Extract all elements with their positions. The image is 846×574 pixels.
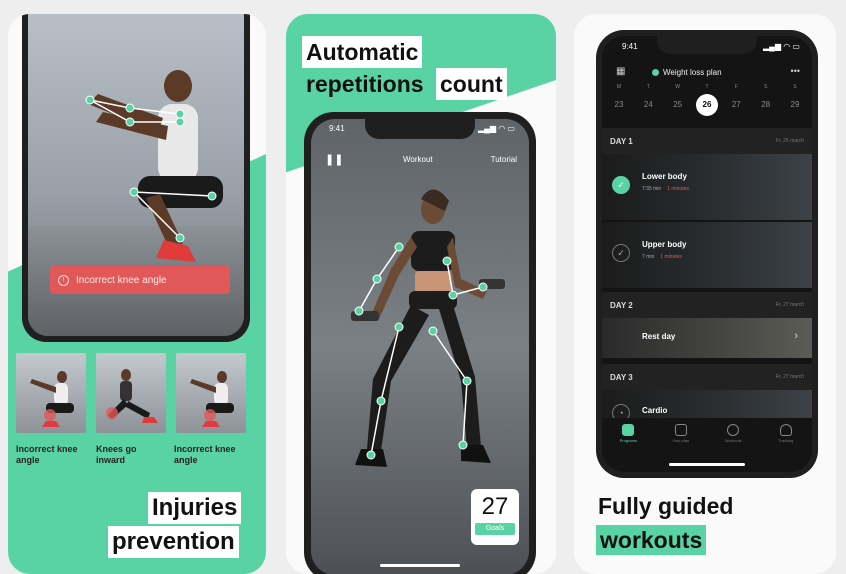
chevron-right-icon: ›	[794, 330, 798, 342]
warning-circle-icon: !	[58, 274, 69, 286]
rep-count: 27	[481, 493, 509, 520]
workout-title: Upper body	[642, 240, 687, 249]
headline-line-2: workouts	[596, 525, 707, 555]
workout-title: Cardio	[642, 406, 668, 415]
plan-icon	[652, 69, 659, 76]
headline-line-1: Injuries	[148, 492, 242, 524]
weekday: M	[616, 84, 622, 90]
day-label: DAY 2	[610, 300, 633, 310]
thumbnail-incorrect-knee-angle	[16, 353, 86, 433]
grid-icon	[622, 424, 635, 436]
workout-duration: 7 min	[642, 254, 655, 260]
day-header: DAY 1 Fr, 25 march	[602, 128, 812, 154]
workout-meta: 7 min 1 minutes	[642, 254, 682, 260]
squat-thumbnail-illustration	[30, 371, 74, 427]
day-date: Fr, 27 march	[775, 374, 804, 380]
date-item[interactable]: 27	[725, 94, 747, 116]
workout-camera-view: 9:41 ▂▄▆ ◠ ▭ ❚❚ Workout Tutorial 27 Goal…	[311, 119, 529, 574]
workout-row[interactable]: ✓ Lower body 7:35 min 1 minutes	[602, 154, 812, 220]
phone-frame: 9:41 ▂▄▆ ◠ ▭ ▦ Weight loss plan ••• M T …	[596, 30, 818, 478]
rest-day-row[interactable]: Rest day ›	[602, 318, 812, 358]
tab-tracking[interactable]: Tracking	[766, 424, 806, 443]
workout-row[interactable]: ✓ Upper body 7 min 1 minutes	[602, 222, 812, 288]
date-item[interactable]: 23	[608, 94, 630, 116]
home-indicator	[669, 463, 745, 466]
date-item[interactable]: 28	[755, 94, 777, 116]
injuries-prevention-card: ! Incorrect knee angle Incorrect knee an…	[8, 14, 266, 574]
thumbnail-incorrect-knee-angle-2	[176, 353, 246, 433]
workout-title: Lower body	[642, 172, 687, 181]
status-time: 9:41	[622, 42, 638, 51]
phone-frame: 9:41 ▂▄▆ ◠ ▭ ❚❚ Workout Tutorial 27 Goal…	[304, 112, 536, 574]
tab-bar: Programs Your plan Workouts Tracking	[602, 418, 812, 452]
list-icon	[674, 424, 687, 436]
date-item-selected[interactable]: 26	[695, 94, 718, 116]
repetitions-counter: 27 Goals	[471, 489, 519, 545]
headline-line-1: Fully guided	[598, 493, 734, 519]
more-icon[interactable]: •••	[791, 66, 800, 76]
tab-your-plan[interactable]: Your plan	[661, 424, 701, 443]
tab-label: Tracking	[778, 438, 794, 443]
weekday: S	[763, 84, 768, 90]
plan-title[interactable]: Weight loss plan	[652, 68, 722, 77]
tab-label: Your plan	[672, 438, 690, 443]
stopwatch-icon	[727, 424, 740, 436]
incorrect-form-alert: ! Incorrect knee angle	[50, 266, 230, 294]
thumbnail-label: Incorrect knee angle	[16, 444, 78, 465]
app-store-screenshots: ! Incorrect knee angle Incorrect knee an…	[0, 0, 846, 574]
plan-screen: 9:41 ▂▄▆ ◠ ▭ ▦ Weight loss plan ••• M T …	[602, 36, 812, 472]
tab-label: Programs	[619, 438, 637, 443]
thumbnail-label: Incorrect knee angle	[174, 444, 236, 465]
squat-camera-view: ! Incorrect knee angle	[28, 14, 244, 336]
date-item[interactable]: 24	[637, 94, 659, 116]
weekday: S	[793, 84, 797, 90]
day-header: DAY 2 Fr, 27 march	[602, 292, 812, 318]
date-row: 23 24 25 26 27 28 29	[608, 94, 806, 116]
checkmark-icon: ✓	[612, 244, 630, 262]
guided-workouts-card: 9:41 ▂▄▆ ◠ ▭ ▦ Weight loss plan ••• M T …	[574, 14, 836, 574]
plan-title-text: Weight loss plan	[663, 68, 722, 77]
weekday: T	[705, 84, 709, 90]
goal-badge: Goals	[475, 523, 515, 535]
thumbnail-label: Knees go inward	[96, 444, 137, 465]
weekday-row: M T W T F S S	[608, 82, 806, 92]
headphones-icon	[779, 424, 792, 436]
thumbnail-knees-inward	[96, 353, 166, 433]
day-date: Fr, 27 march	[775, 302, 804, 308]
workout-title: Rest day	[642, 332, 676, 341]
workout-duration: 7:35 min	[642, 186, 662, 192]
workout-meta: 7:35 min 1 minutes	[642, 186, 689, 192]
workout-extra: 1 minutes	[667, 186, 689, 192]
headline-line-1: Automatic	[302, 36, 423, 68]
headline-line-2: prevention	[108, 526, 239, 558]
calendar-icon[interactable]: ▦	[616, 66, 625, 77]
phone-notch	[657, 36, 757, 54]
weekday: F	[734, 84, 738, 90]
tab-programs[interactable]: Programs	[608, 424, 648, 443]
day-header: DAY 3 Fr, 27 march	[602, 364, 812, 390]
tab-label: Workouts	[724, 438, 742, 443]
lunge-thumbnail-illustration	[106, 369, 158, 423]
day-date: Fr, 25 march	[775, 138, 804, 144]
workout-extra: 1 minutes	[660, 254, 682, 260]
phone-frame: ! Incorrect knee angle	[22, 14, 250, 342]
squat-thumbnail-illustration-2	[190, 371, 234, 427]
tab-workouts[interactable]: Workouts	[713, 424, 753, 443]
status-icons: ▂▄▆ ◠ ▭	[763, 42, 800, 51]
day-label: DAY 3	[610, 372, 633, 382]
home-indicator	[380, 564, 460, 567]
day-label: DAY 1	[610, 136, 633, 146]
repetitions-count-card: Automatic repetitions count 9:41 ▂▄▆ ◠ ▭…	[286, 14, 556, 574]
alert-text: Incorrect knee angle	[76, 274, 167, 286]
weekday: W	[675, 84, 681, 90]
checkmark-icon: ✓	[612, 176, 630, 194]
weekday: T	[646, 84, 650, 90]
headline-line-2a: repetitions	[306, 71, 424, 97]
date-item[interactable]: 29	[784, 94, 806, 116]
headline-line-2b: count	[436, 68, 507, 100]
date-item[interactable]: 25	[667, 94, 689, 116]
